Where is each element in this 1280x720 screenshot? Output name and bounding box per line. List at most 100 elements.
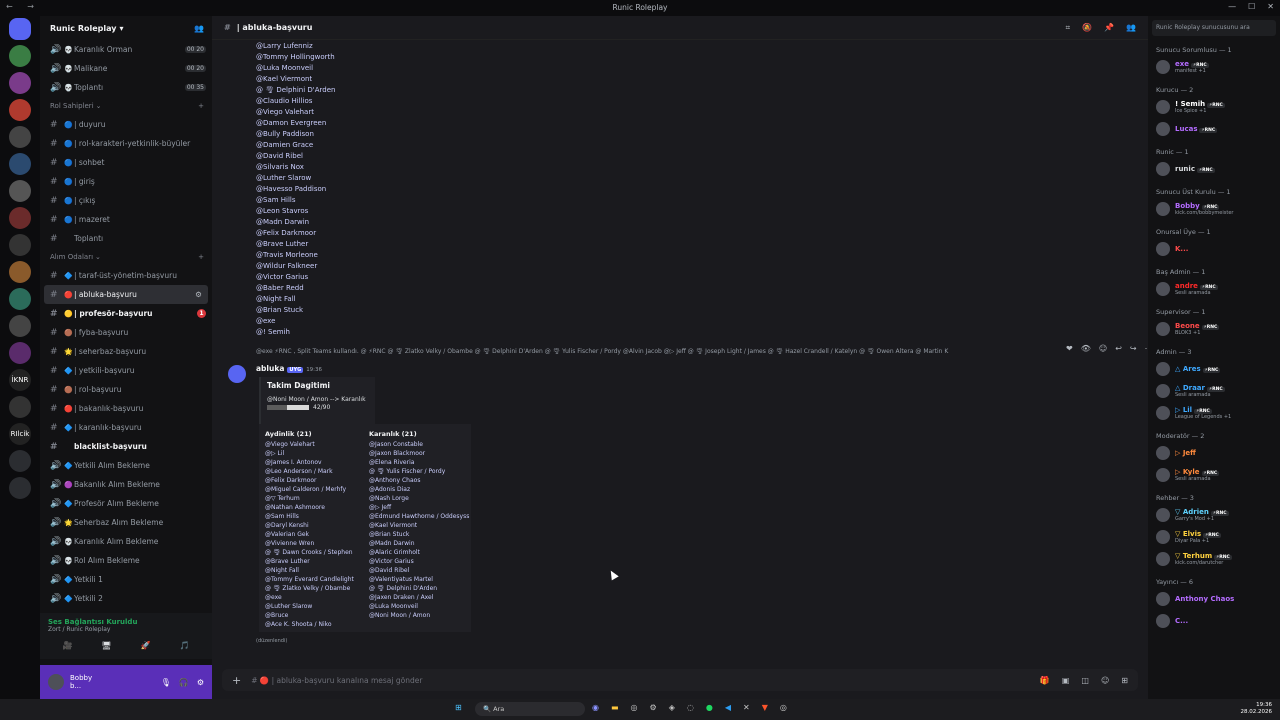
- avatar[interactable]: [1156, 384, 1170, 398]
- server-header[interactable]: Runic Roleplay ▾ 👥: [40, 16, 212, 40]
- server-icon[interactable]: [9, 477, 31, 499]
- author-name[interactable]: abluka: [256, 364, 284, 373]
- member-item[interactable]: ▽ Adrien ⚡RNC Garry's Mod +1: [1152, 504, 1276, 526]
- server-icon[interactable]: [9, 207, 31, 229]
- maximize-icon[interactable]: ☐: [1248, 2, 1255, 11]
- team-member[interactable]: @Alaric Grimholt: [369, 549, 463, 558]
- channel-item[interactable]: # 🔷 | yetkili-başvuru: [40, 361, 212, 380]
- taskbar-search[interactable]: 🔍 Ara: [475, 702, 585, 716]
- team-member[interactable]: @Jaxen Draken / Axel: [369, 594, 463, 603]
- app-icon[interactable]: ◈: [669, 703, 675, 712]
- add-channel-icon[interactable]: +: [198, 102, 204, 110]
- app-icon[interactable]: ◌: [687, 703, 694, 712]
- emoji-icon[interactable]: ☺: [1101, 676, 1109, 685]
- team-member[interactable]: @▽ Terhum: [265, 495, 359, 504]
- server-icon[interactable]: [9, 99, 31, 121]
- server-icon[interactable]: [9, 261, 31, 283]
- team-member[interactable]: @exe: [265, 594, 359, 603]
- avatar[interactable]: [1156, 592, 1170, 606]
- mention[interactable]: @Luther Slarow: [256, 174, 1136, 185]
- microphone-icon[interactable]: 🎙: [161, 678, 171, 687]
- forward-icon[interactable]: ↪: [1130, 344, 1137, 353]
- avatar[interactable]: [1156, 468, 1170, 482]
- eye-icon[interactable]: 👁: [1081, 344, 1091, 353]
- mention[interactable]: @ 🌪 Delphini D'Arden: [256, 86, 1136, 97]
- team-member[interactable]: @Leo Anderson / Mark: [265, 468, 359, 477]
- mention[interactable]: @Silvaris Nox: [256, 163, 1136, 174]
- mention[interactable]: @Baber Redd: [256, 284, 1136, 295]
- mention[interactable]: @Victor Garius: [256, 273, 1136, 284]
- member-item[interactable]: Bobby ⚡RNC kick.com/bobbymeister: [1152, 198, 1276, 220]
- team-member[interactable]: @Victor Garius: [369, 558, 463, 567]
- channel-item[interactable]: # 🔷 | taraf-üst-yönetim-başvuru: [40, 266, 212, 285]
- team-member[interactable]: @ 🌪 Zlatko Velky / Obambe: [265, 585, 359, 594]
- team-member[interactable]: @Luka Moonveil: [369, 603, 463, 612]
- channel-item[interactable]: # 🔴 | bakanlık-başvuru: [40, 399, 212, 418]
- reply-line[interactable]: @exe ⚡RNC , Split Teams kullandı. @ ⚡RNC…: [256, 348, 1036, 355]
- channel-item[interactable]: 🔊 🔷 Yetkili 2: [40, 589, 212, 608]
- member-item[interactable]: K...: [1152, 238, 1276, 260]
- chrome-icon[interactable]: ◎: [780, 703, 787, 712]
- server-icon[interactable]: İKNR: [9, 369, 31, 391]
- channel-item[interactable]: 🔊 🟣 Bakanlık Alım Bekleme: [40, 475, 212, 494]
- mention[interactable]: @Bully Paddison: [256, 130, 1136, 141]
- channel-item[interactable]: 🔊 💀 Karanlık Alım Bekleme: [40, 532, 212, 551]
- member-item[interactable]: ▽ Terhum ⚡RNC kick.com/darutcher: [1152, 548, 1276, 570]
- vscode-icon[interactable]: ◀: [725, 703, 731, 712]
- channel-item[interactable]: 🔊 💀 Toplantı 00 35: [40, 78, 212, 97]
- server-icon[interactable]: [9, 288, 31, 310]
- member-item[interactable]: Anthony Chaos: [1152, 588, 1276, 610]
- team-member[interactable]: @Viego Valehart: [265, 441, 359, 450]
- team-member[interactable]: @ 🌪 Delphini D'Arden: [369, 585, 463, 594]
- mention[interactable]: @Havesso Paddison: [256, 185, 1136, 196]
- member-item[interactable]: △ Ares ⚡RNC: [1152, 358, 1276, 380]
- channel-item[interactable]: 🔊 🔷 Profesör Alım Bekleme: [40, 494, 212, 513]
- team-member[interactable]: @Valentiyatus Martel: [369, 576, 463, 585]
- channel-item[interactable]: 🔊 🌟 Seherbaz Alım Bekleme: [40, 513, 212, 532]
- team-member[interactable]: @Luther Slarow: [265, 603, 359, 612]
- apps-icon[interactable]: ⊞: [1121, 676, 1128, 685]
- member-item[interactable]: ▷ Lil ⚡RNC League of Legends +1: [1152, 402, 1276, 424]
- avatar[interactable]: [1156, 202, 1170, 216]
- channel-item[interactable]: # 🔷 | karanlık-başvuru: [40, 418, 212, 437]
- mention[interactable]: @Wildur Falkneer: [256, 262, 1136, 273]
- window-controls[interactable]: — ☐ ✕: [1228, 2, 1274, 11]
- category-alim-odalari[interactable]: Alım Odaları ⌄ +: [40, 248, 212, 266]
- team-member[interactable]: @Madn Darwin: [369, 540, 463, 549]
- discord-icon[interactable]: ◉: [592, 703, 599, 712]
- settings-icon[interactable]: ⚙: [195, 290, 202, 299]
- team-member[interactable]: @Tommy Everard Candlelight: [265, 576, 359, 585]
- channel-item[interactable]: 🔊 💀 Karanlık Orman 00 20: [40, 40, 212, 59]
- server-icon[interactable]: [9, 45, 31, 67]
- team-member[interactable]: @Brian Stuck: [369, 531, 463, 540]
- mention[interactable]: @Leon Stavros: [256, 207, 1136, 218]
- reply-icon[interactable]: ↩: [1115, 344, 1122, 353]
- team-member[interactable]: @Felix Darkmoor: [265, 477, 359, 486]
- mention[interactable]: @Claudio Hillios: [256, 97, 1136, 108]
- category-rol-sahipleri[interactable]: Rol Sahipleri ⌄ +: [40, 97, 212, 115]
- mention[interactable]: @Brian Stuck: [256, 306, 1136, 317]
- team-member[interactable]: @Jaxon Blackmoor: [369, 450, 463, 459]
- member-item[interactable]: ! Semih ⚡RNC Ice Spice +1: [1152, 96, 1276, 118]
- mention[interactable]: @Damon Evergreen: [256, 119, 1136, 130]
- team-member[interactable]: @Daryl Kenshi: [265, 522, 359, 531]
- channel-item[interactable]: 🔊 💀 Malikane 00 20: [40, 59, 212, 78]
- team-member[interactable]: @Edmund Hawthorne / Oddesyss: [369, 513, 469, 522]
- team-member[interactable]: @Kael Viermont: [369, 522, 463, 531]
- mention[interactable]: @Brave Luther: [256, 240, 1136, 251]
- member-item[interactable]: ▷ Jeff: [1152, 442, 1276, 464]
- mention[interactable]: @David Ribel: [256, 152, 1136, 163]
- team-member[interactable]: @James I. Antonov: [265, 459, 359, 468]
- reaction-icon[interactable]: ❤: [1066, 344, 1073, 353]
- channel-item[interactable]: 🔊 🔷 Yetkili 1: [40, 570, 212, 589]
- channel-item[interactable]: 🔊 🔷 Yetkili Alım Bekleme: [40, 456, 212, 475]
- channel-item[interactable]: # Toplantı: [40, 229, 212, 248]
- message-composer[interactable]: + # 🔴 | abluka-başvuru kanalına mesaj gö…: [222, 669, 1138, 691]
- add-attachment-icon[interactable]: +: [232, 674, 241, 687]
- sticker-icon[interactable]: ◫: [1081, 676, 1089, 685]
- channel-item[interactable]: # 🟡 | profesör-başvuru 1: [40, 304, 212, 323]
- avatar[interactable]: [1156, 530, 1170, 544]
- team-member[interactable]: @Anthony Chaos: [369, 477, 463, 486]
- gift-icon[interactable]: 🎁: [1040, 676, 1050, 685]
- channel-item[interactable]: 🔊 💀 Rol Alım Bekleme: [40, 551, 212, 570]
